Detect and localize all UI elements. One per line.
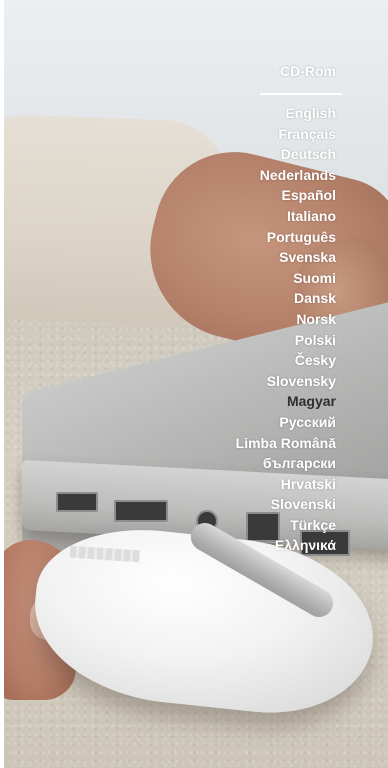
language-item-portugues[interactable]: Português [236, 227, 336, 248]
usb-port-icon [56, 492, 98, 512]
language-item-suomi[interactable]: Suomi [236, 268, 336, 289]
language-item-dansk[interactable]: Dansk [236, 288, 336, 309]
language-item-italiano[interactable]: Italiano [236, 206, 336, 227]
cd-menu-screen: CD-Rom English Français Deutsch Nederlan… [0, 0, 388, 768]
language-item-bulgarian[interactable]: български [236, 453, 336, 474]
language-item-slovenski[interactable]: Slovenski [236, 494, 336, 515]
language-item-francais[interactable]: Français [236, 124, 336, 145]
language-list: English Français Deutsch Nederlands Espa… [236, 103, 336, 556]
language-item-cesky[interactable]: Česky [236, 350, 336, 371]
language-item-hrvatski[interactable]: Hrvatski [236, 474, 336, 495]
language-item-turkce[interactable]: Türkçe [236, 515, 336, 536]
language-item-svenska[interactable]: Svenska [236, 247, 336, 268]
usb-port-icon [114, 500, 168, 522]
language-item-polski[interactable]: Polski [236, 330, 336, 351]
menu-divider [260, 93, 342, 95]
language-item-russian[interactable]: Русский [236, 412, 336, 433]
language-item-english[interactable]: English [236, 103, 336, 124]
language-item-greek[interactable]: Ελληνικά [236, 535, 336, 556]
language-item-slovensky[interactable]: Slovensky [236, 371, 336, 392]
language-item-deutsch[interactable]: Deutsch [236, 144, 336, 165]
left-border [0, 0, 4, 768]
menu-title: CD-Rom [280, 63, 336, 79]
language-item-magyar[interactable]: Magyar [236, 391, 336, 412]
language-item-norsk[interactable]: Norsk [236, 309, 336, 330]
language-item-romanian[interactable]: Limba Română [236, 433, 336, 454]
language-item-espanol[interactable]: Español [236, 185, 336, 206]
language-item-nederlands[interactable]: Nederlands [236, 165, 336, 186]
